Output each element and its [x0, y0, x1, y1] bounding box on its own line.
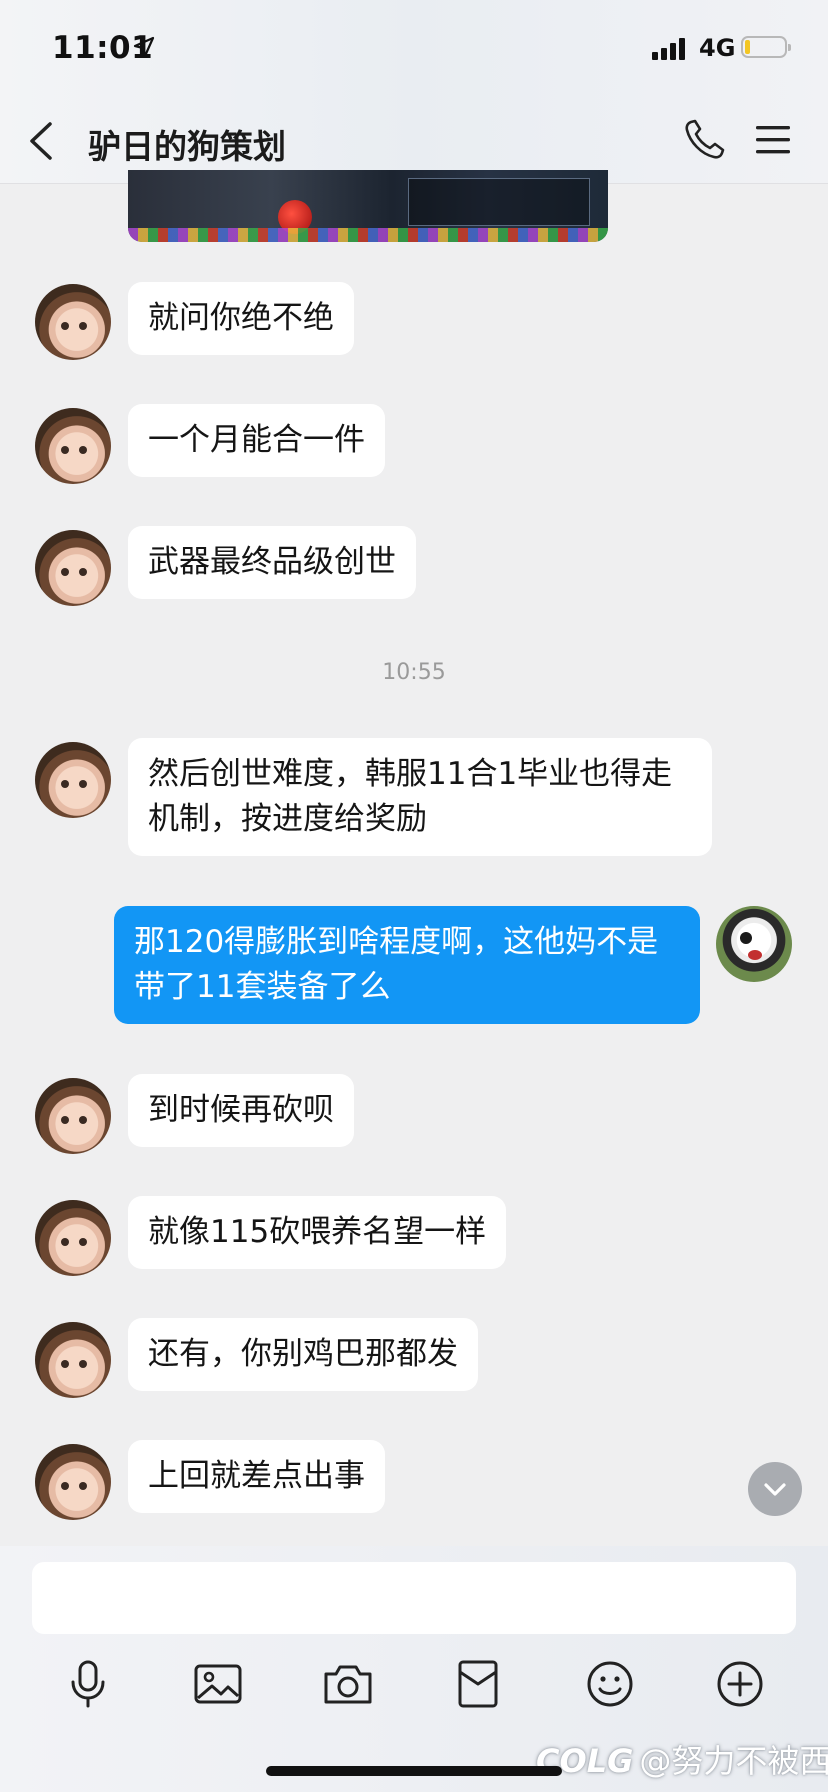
message-bubble[interactable]: 就像115砍喂养名望一样: [128, 1196, 507, 1269]
red-packet-icon[interactable]: [450, 1656, 506, 1712]
message-bubble[interactable]: 武器最终品级创世: [128, 526, 416, 599]
message-bubble[interactable]: 然后创世难度，韩服11合1毕业也得走机制，按进度给奖励: [128, 738, 712, 856]
message-input[interactable]: [32, 1562, 796, 1634]
chevron-down-icon: [764, 1483, 786, 1496]
microphone-icon[interactable]: [60, 1656, 116, 1712]
phone-call-button[interactable]: [682, 118, 726, 162]
message-bubble[interactable]: 到时候再砍呗: [128, 1074, 354, 1147]
home-indicator: [266, 1766, 562, 1776]
camera-icon[interactable]: [320, 1656, 376, 1712]
plus-icon[interactable]: [712, 1656, 768, 1712]
avatar[interactable]: [35, 1322, 111, 1398]
watermark-text: @努力不被西: [639, 1742, 828, 1780]
avatar[interactable]: [35, 408, 111, 484]
back-button[interactable]: [24, 118, 60, 164]
image-message[interactable]: [128, 170, 608, 242]
my-avatar[interactable]: [716, 906, 792, 982]
scroll-to-bottom-button[interactable]: [748, 1462, 802, 1516]
location-arrow-icon: [133, 36, 155, 58]
watermark: COLG @努力不被西: [536, 1736, 828, 1782]
message-bubble[interactable]: 就问你绝不绝: [128, 282, 354, 355]
chat-title: 驴日的狗策划: [88, 127, 286, 166]
battery-icon: [741, 36, 791, 58]
avatar[interactable]: [35, 1078, 111, 1154]
signal-icon: [652, 38, 685, 60]
message-bubble[interactable]: 还有，你别鸡巴那都发: [128, 1318, 478, 1391]
network-type: 4G: [699, 34, 736, 62]
image-ui-panel: [408, 178, 590, 226]
avatar[interactable]: [35, 1200, 111, 1276]
avatar[interactable]: [35, 742, 111, 818]
image-skill-bar: [128, 228, 608, 242]
time-divider: 10:55: [382, 660, 446, 685]
emoji-icon[interactable]: [582, 1656, 638, 1712]
my-message-bubble[interactable]: 那120得膨胀到啥程度啊，这他妈不是带了11套装备了么: [114, 906, 700, 1024]
avatar[interactable]: [35, 1444, 111, 1520]
avatar[interactable]: [35, 284, 111, 360]
menu-button[interactable]: [754, 122, 794, 158]
image-icon[interactable]: [190, 1656, 246, 1712]
top-bar: 11:01 4G 驴日的狗策划: [0, 0, 828, 184]
message-bubble[interactable]: 一个月能合一件: [128, 404, 385, 477]
message-bubble[interactable]: 上回就差点出事: [128, 1440, 385, 1513]
avatar[interactable]: [35, 530, 111, 606]
